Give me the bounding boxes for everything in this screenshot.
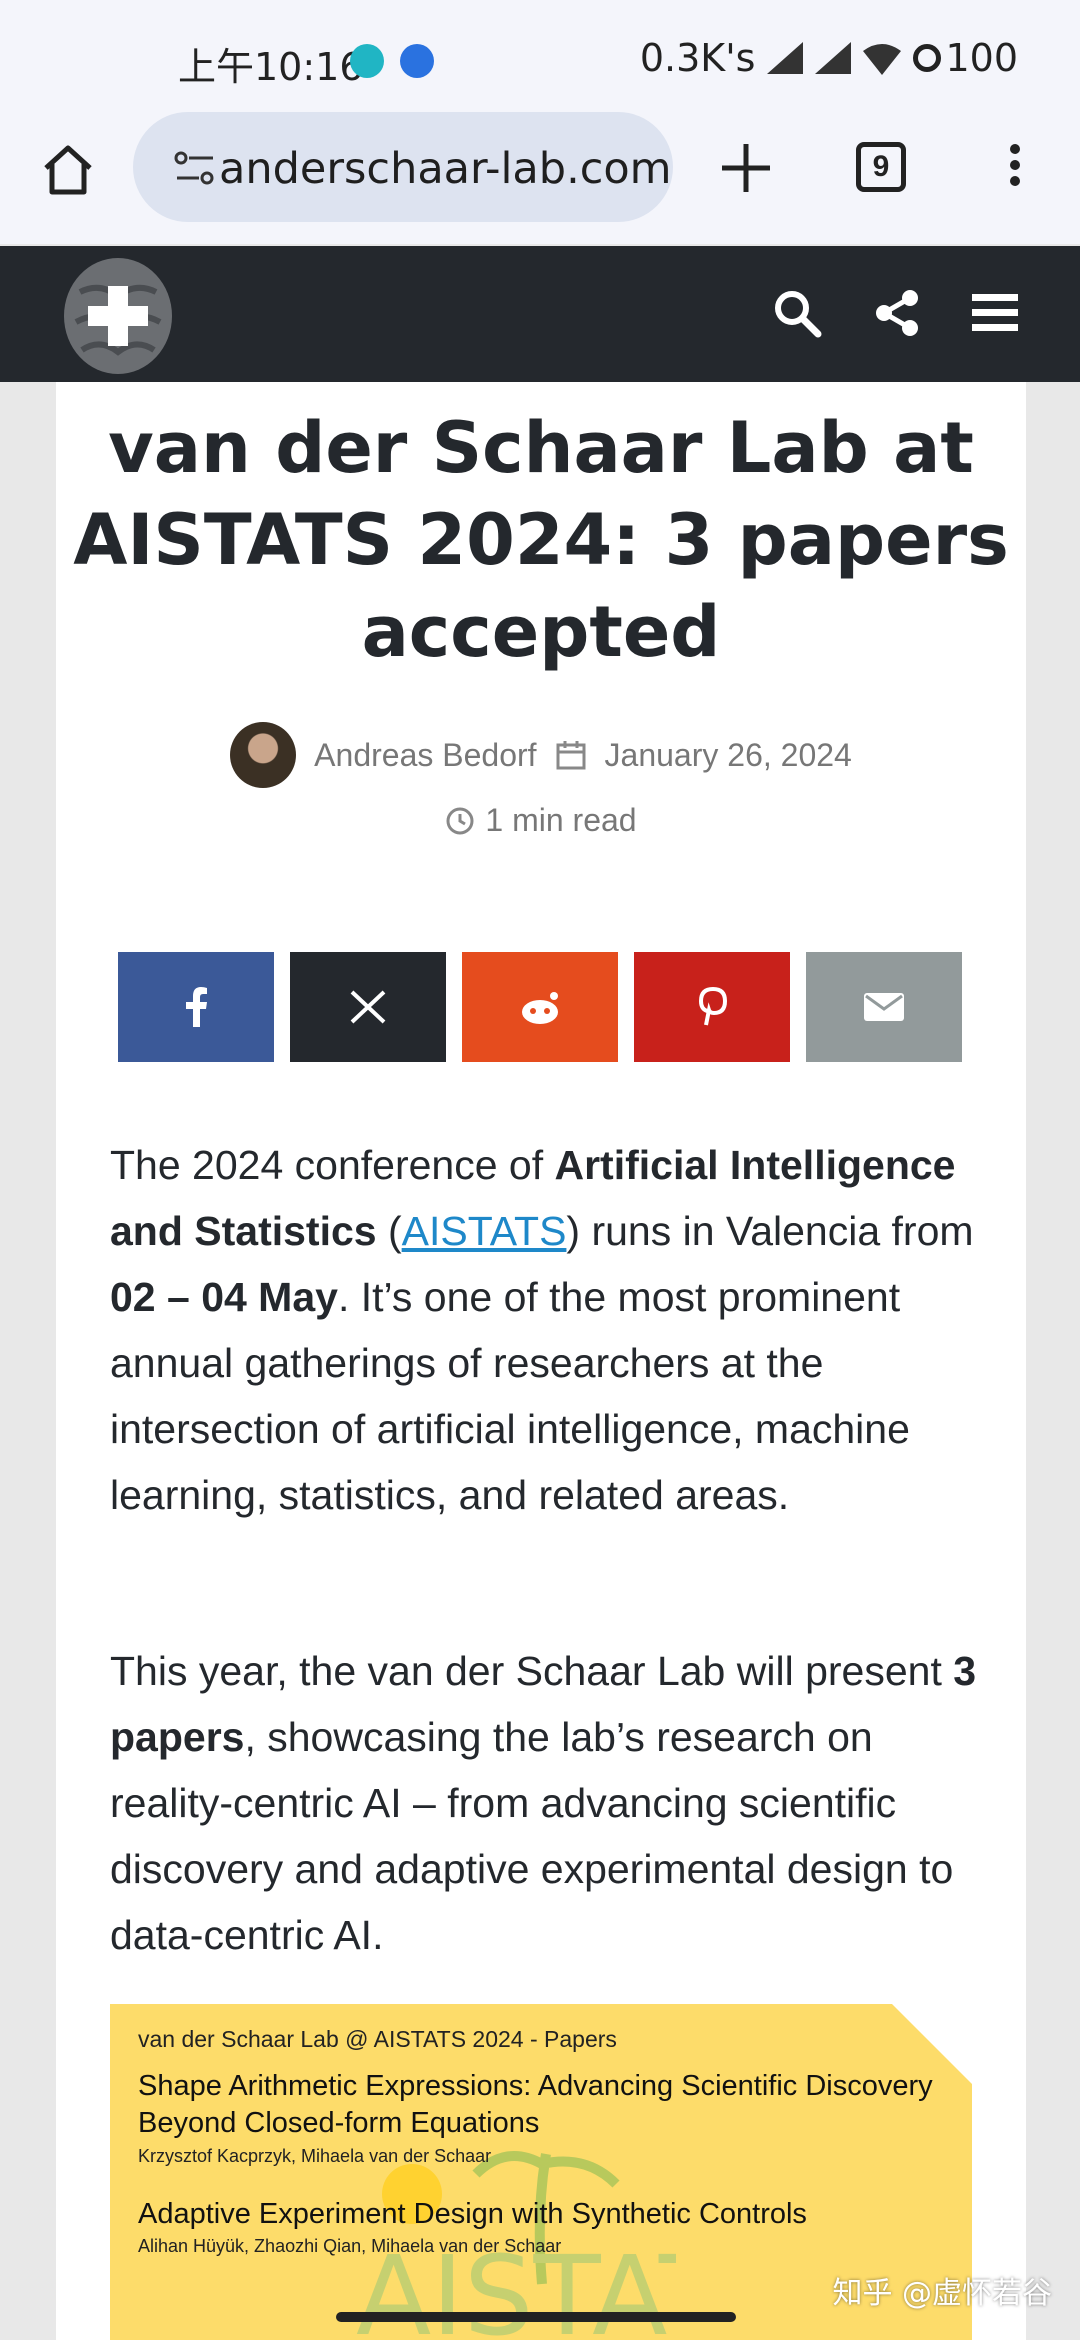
article-title: van der Schaar Lab at AISTATS 2024: 3 pa… — [73, 407, 1009, 673]
text: ) runs in Valencia from — [566, 1208, 974, 1254]
read-time-text: 1 min read — [485, 802, 637, 838]
share-pinterest-button[interactable] — [634, 952, 790, 1062]
text: The 2024 conference of — [110, 1142, 555, 1188]
share-facebook-button[interactable] — [118, 952, 274, 1062]
status-bar: 上午10:16 0.3K's 100 — [0, 0, 1080, 110]
publish-date: January 26, 2024 — [604, 736, 852, 773]
zhihu-watermark: 知乎 @虚怀若谷 — [832, 2276, 1052, 2311]
search-icon[interactable] — [772, 288, 822, 338]
aistats-link[interactable]: AISTATS — [402, 1208, 567, 1254]
x-icon — [350, 990, 386, 1024]
more-options-icon[interactable] — [1000, 138, 1030, 202]
text: This year, the van der Schaar Lab will p… — [110, 1648, 954, 1694]
share-x-button[interactable] — [290, 952, 446, 1062]
signal-icon — [767, 42, 804, 74]
site-logo[interactable] — [60, 252, 176, 380]
author-avatar[interactable] — [230, 722, 297, 788]
email-icon — [864, 993, 904, 1021]
article-card: van der Schaar Lab at AISTATS 2024: 3 pa… — [56, 382, 1026, 2340]
read-time: 1 min read — [56, 802, 1026, 839]
url-bar[interactable]: anderschaar-lab.com — [133, 112, 673, 222]
papers-paragraph: This year, the van der Schaar Lab will p… — [110, 1638, 990, 1968]
reddit-icon — [522, 992, 558, 1024]
banner-header: van der Schaar Lab @ AISTATS 2024 - Pape… — [138, 2026, 617, 2052]
notification-app-icon — [350, 44, 384, 78]
author-name[interactable]: Andreas Bedorf — [314, 737, 536, 774]
notification-app-icon — [400, 44, 434, 78]
paper-title: Adaptive Experiment Design with Syntheti… — [138, 2198, 807, 2230]
bold-text: 02 – 04 May — [110, 1274, 338, 1320]
share-reddit-button[interactable] — [462, 952, 618, 1062]
share-icon[interactable] — [872, 288, 922, 338]
network-speed: 0.3K's — [639, 36, 756, 80]
paper-title: Shape Arithmetic Expressions: Advancing … — [138, 2070, 933, 2139]
site-header — [0, 246, 1080, 382]
text: ( — [376, 1208, 402, 1254]
intro-paragraph: The 2024 conference of Artificial Intell… — [110, 1132, 990, 1528]
site-settings-icon[interactable] — [173, 150, 217, 186]
browser-toolbar: anderschaar-lab.com 9 — [0, 110, 1080, 244]
calendar-icon — [556, 741, 586, 770]
paper-authors: Alihan Hüyük, Zhaozhi Qian, Mihaela van … — [138, 2236, 562, 2256]
clock-icon — [446, 807, 474, 834]
battery-level: 100 — [945, 36, 1018, 80]
share-email-button[interactable] — [806, 952, 962, 1062]
battery-icon — [913, 44, 942, 72]
status-indicators: 0.3K's 100 — [640, 36, 1018, 80]
facebook-icon — [186, 987, 207, 1027]
menu-icon[interactable] — [970, 288, 1020, 338]
wifi-icon — [863, 44, 902, 75]
home-icon[interactable] — [38, 140, 98, 200]
article-meta: Andreas Bedorf January 26, 2024 — [56, 722, 1026, 788]
gesture-bar[interactable] — [336, 2312, 736, 2322]
url-text[interactable]: anderschaar-lab.com — [219, 144, 672, 194]
new-tab-icon[interactable] — [718, 140, 774, 196]
share-buttons — [118, 952, 962, 1062]
signal-icon — [815, 42, 852, 74]
tab-switcher-button[interactable]: 9 — [856, 142, 906, 192]
paper-authors: Krzysztof Kacprzyk, Mihaela van der Scha… — [138, 2146, 492, 2166]
status-time: 上午10:16 — [178, 45, 364, 89]
pinterest-icon — [698, 987, 727, 1026]
